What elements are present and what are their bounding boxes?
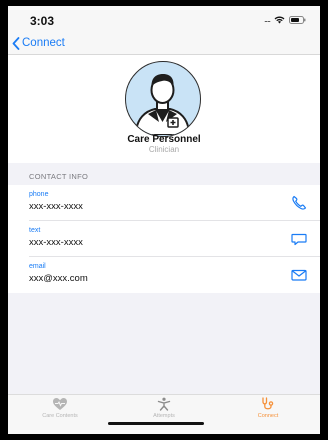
navigation-bar: Connect xyxy=(8,32,320,55)
contact-row-email[interactable]: email xxx@xxx.com xyxy=(8,257,320,293)
signal-dots: .... xyxy=(263,14,271,24)
tab-label: Care Contents xyxy=(42,413,78,419)
profile-header: Care Personnel Clinician xyxy=(8,55,320,163)
status-time: 3:03 xyxy=(30,14,55,28)
tab-bar: Care Contents Attempts Connect xyxy=(8,394,320,434)
contact-label: text xyxy=(29,227,41,234)
message-icon[interactable] xyxy=(290,230,308,248)
back-label: Connect xyxy=(22,37,65,49)
status-bar: 3:03 .... xyxy=(8,6,320,32)
profile-role: Clinician xyxy=(148,145,180,154)
battery-icon xyxy=(289,15,306,24)
app-screen: 3:03 .... Connect Care Personnel Clinici… xyxy=(8,6,320,434)
tab-label: Connect xyxy=(257,413,279,419)
profile-name: Care Personnel xyxy=(127,134,201,145)
doctor-avatar-icon xyxy=(125,61,201,137)
tab-label: Attempts xyxy=(153,413,175,419)
section-title: CONTACT INFO xyxy=(29,172,89,181)
mail-icon[interactable] xyxy=(290,266,308,284)
contact-label: phone xyxy=(29,191,49,198)
tab-attempts[interactable]: Attempts xyxy=(112,397,216,423)
doctor-avatar-graphic xyxy=(134,74,191,136)
heart-icon xyxy=(53,398,67,410)
contact-row-text[interactable]: text xxx-xxx-xxxx xyxy=(8,221,320,257)
back-button[interactable]: Connect xyxy=(12,34,65,52)
phone-icon[interactable] xyxy=(290,194,308,212)
contact-row-phone[interactable]: phone xxx-xxx-xxxx xyxy=(8,185,320,221)
chevron-left-icon xyxy=(12,36,20,50)
stethoscope-icon xyxy=(262,397,274,410)
person-icon xyxy=(157,397,171,411)
status-icons: .... xyxy=(264,15,306,24)
contact-info-header: CONTACT INFO xyxy=(8,163,320,185)
contact-value: xxx@xxx.com xyxy=(29,273,88,284)
contact-value: xxx-xxx-xxxx xyxy=(29,237,83,248)
wifi-icon xyxy=(274,16,285,23)
home-indicator xyxy=(108,422,204,425)
contact-value: xxx-xxx-xxxx xyxy=(29,201,83,212)
contact-label: email xyxy=(29,263,46,270)
tab-care-contents[interactable]: Care Contents xyxy=(8,397,112,423)
tab-connect[interactable]: Connect xyxy=(216,397,320,423)
contact-list: phone xxx-xxx-xxxx text xxx-xxx-xxxx ema… xyxy=(8,185,320,293)
device-frame: 3:03 .... Connect Care Personnel Clinici… xyxy=(0,0,328,440)
